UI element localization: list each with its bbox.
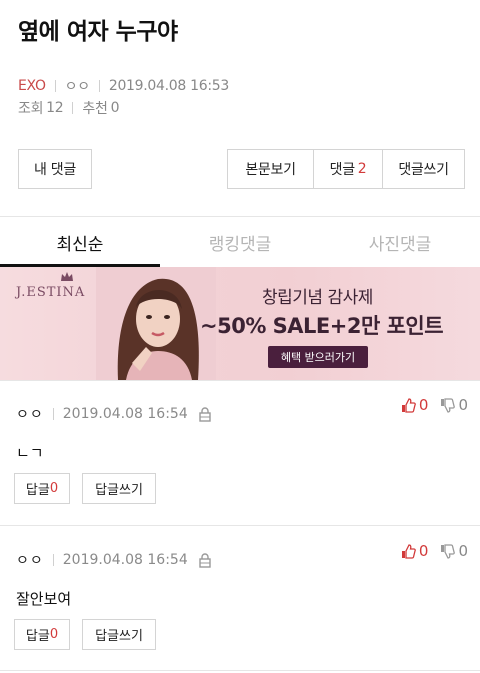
- crown-icon: [61, 272, 73, 281]
- write-comment-button[interactable]: 댓글쓰기: [382, 150, 464, 188]
- comment-datetime: 2019.04.08 16:54: [62, 552, 188, 568]
- comment-body: ㄴㄱ: [16, 444, 44, 462]
- recommend-count: 0: [110, 100, 120, 116]
- tab-photo[interactable]: 사진댓글: [320, 217, 480, 267]
- upvote-count: 0: [418, 542, 429, 560]
- reply-count: 0: [49, 627, 59, 642]
- model-portrait-image: [96, 267, 216, 380]
- divider: [52, 408, 54, 420]
- comment-author: ㅇㅇ: [16, 553, 44, 569]
- thumbs-up-icon: [401, 397, 416, 413]
- write-reply-button[interactable]: 답글쓰기: [82, 619, 156, 650]
- ad-banner[interactable]: J.ESTINA 창립기념 감사제 ~50% SALE+2만 포인트 혜택 받으…: [0, 267, 480, 380]
- divider: [52, 554, 54, 566]
- reply-button[interactable]: 답글 0: [14, 619, 70, 650]
- comment-votes: 0 0: [389, 542, 468, 560]
- comment-author: ㅇㅇ: [16, 407, 44, 423]
- divider: [72, 102, 74, 114]
- banner-cta-button[interactable]: 혜택 받으러가기: [268, 346, 368, 368]
- thumbs-down-icon: [441, 543, 456, 559]
- lock-icon: [199, 406, 211, 422]
- comment-meta: ㅇㅇ 2019.04.08 16:54: [16, 404, 212, 424]
- upvote-button[interactable]: 0: [401, 396, 429, 414]
- comment-datetime: 2019.04.08 16:54: [62, 406, 188, 422]
- comment-body: 잘안보여: [16, 590, 72, 608]
- comment-divider: [0, 670, 480, 671]
- upvote-count: 0: [418, 396, 429, 414]
- downvote-button[interactable]: 0: [440, 542, 468, 560]
- divider: [98, 80, 100, 92]
- lock-icon: [199, 552, 211, 568]
- divider: [54, 80, 56, 92]
- reply-label: 답글: [25, 483, 50, 498]
- banner-promo: ~50% SALE+2만 포인트: [200, 314, 444, 338]
- recommend-label: 추천: [82, 101, 108, 117]
- post-meta: EXO ㅇㅇ 2019.04.08 16:53: [18, 76, 229, 96]
- comment-meta: ㅇㅇ 2019.04.08 16:54: [16, 550, 212, 570]
- comments-button[interactable]: 댓글 2: [313, 150, 382, 188]
- thumbs-up-icon: [401, 543, 416, 559]
- post-stats: 조회 12 추천 0: [18, 98, 119, 118]
- downvote-button[interactable]: 0: [440, 396, 468, 414]
- thumbs-down-icon: [441, 397, 456, 413]
- post-author: ㅇㅇ: [64, 79, 90, 95]
- reply-label: 답글: [25, 629, 50, 644]
- post-datetime: 2019.04.08 16:53: [108, 78, 229, 94]
- my-comments-button[interactable]: 내 댓글: [18, 149, 92, 189]
- view-body-label: 본문보기: [245, 162, 296, 178]
- comment-sort-tabs: 최신순 랭킹댓글 사진댓글: [0, 217, 480, 267]
- downvote-count: 0: [458, 396, 468, 414]
- brand-logo: J.ESTINA: [16, 285, 86, 300]
- tab-latest[interactable]: 최신순: [0, 217, 160, 267]
- view-body-button[interactable]: 본문보기: [228, 150, 313, 188]
- category-link[interactable]: EXO: [18, 78, 46, 94]
- comment-votes: 0 0: [389, 396, 468, 414]
- views-label: 조회: [18, 101, 44, 117]
- post-title: 옆에 여자 누구야: [18, 19, 178, 45]
- write-comment-label: 댓글쓰기: [398, 162, 449, 178]
- tab-ranking[interactable]: 랭킹댓글: [160, 217, 320, 267]
- reply-button[interactable]: 답글 0: [14, 473, 70, 504]
- comment-divider: [0, 525, 480, 526]
- section-divider: [0, 380, 480, 381]
- comments-label: 댓글: [329, 162, 355, 178]
- downvote-count: 0: [458, 542, 468, 560]
- write-reply-button[interactable]: 답글쓰기: [82, 473, 156, 504]
- upvote-button[interactable]: 0: [401, 542, 429, 560]
- action-button-group: 본문보기 댓글 2 댓글쓰기: [227, 149, 465, 189]
- views-count: 12: [46, 100, 64, 116]
- banner-headline: 창립기념 감사제: [262, 288, 373, 308]
- comments-count: 2: [357, 161, 367, 177]
- reply-count: 0: [49, 481, 59, 496]
